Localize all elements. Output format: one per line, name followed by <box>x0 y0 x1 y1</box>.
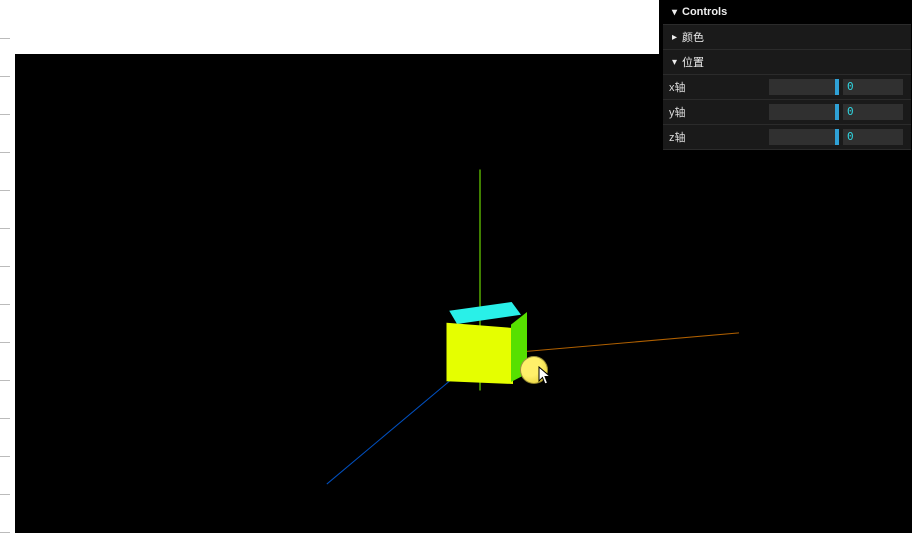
chevron-down-icon: ▾ <box>669 7 680 18</box>
panel-header[interactable]: ▾ Controls <box>663 0 911 25</box>
slider-y[interactable] <box>769 104 839 120</box>
slider-handle-z[interactable] <box>835 129 839 145</box>
cube-face-front <box>443 316 513 384</box>
chevron-down-icon: ▾ <box>669 57 680 68</box>
section-color-label: 颜色 <box>682 29 905 45</box>
slider-handle-y[interactable] <box>835 104 839 120</box>
scene-cube[interactable] <box>443 302 521 380</box>
input-x[interactable] <box>843 79 903 95</box>
field-y: y轴 <box>663 100 911 125</box>
cursor-highlight <box>520 356 548 384</box>
slider-z[interactable] <box>769 129 839 145</box>
section-position-label: 位置 <box>682 54 905 70</box>
field-y-label: y轴 <box>669 104 769 120</box>
panel-title: Controls <box>682 6 905 18</box>
controls-panel: ▾ Controls ▸ 颜色 ▾ 位置 x轴 y轴 z轴 <box>660 0 911 150</box>
input-y[interactable] <box>843 104 903 120</box>
field-x: x轴 <box>663 75 911 100</box>
ruler-vertical <box>0 0 14 534</box>
field-x-label: x轴 <box>669 79 769 95</box>
field-z: z轴 <box>663 125 911 150</box>
field-z-label: z轴 <box>669 129 769 145</box>
chevron-right-icon: ▸ <box>669 32 680 43</box>
section-color[interactable]: ▸ 颜色 <box>663 25 911 50</box>
slider-handle-x[interactable] <box>835 79 839 95</box>
cube-face-top <box>443 302 521 324</box>
slider-x[interactable] <box>769 79 839 95</box>
section-position[interactable]: ▾ 位置 <box>663 50 911 75</box>
input-z[interactable] <box>843 129 903 145</box>
